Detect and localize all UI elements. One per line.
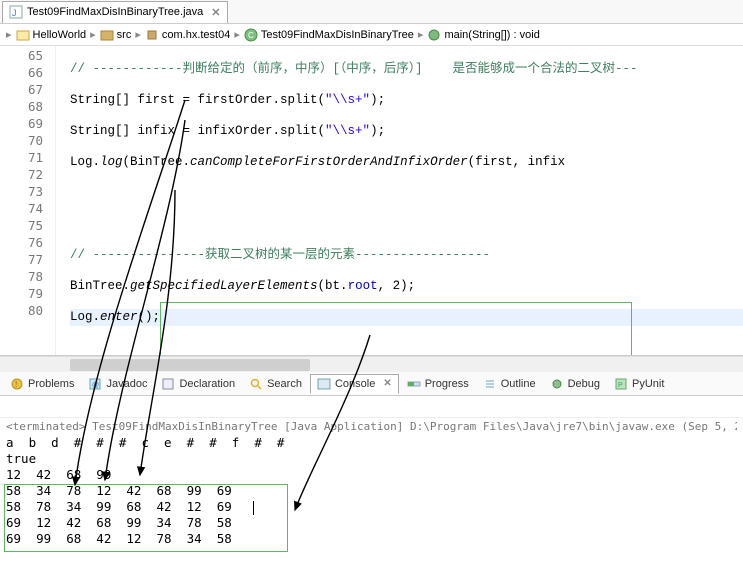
tab-search[interactable]: Search xyxy=(243,375,308,393)
bottom-tab-bar: ! Problems @ Javadoc Declaration Search … xyxy=(0,372,743,396)
tab-progress[interactable]: Progress xyxy=(401,375,475,393)
breadcrumb: ▸ HelloWorld ▸ src ▸ com.hx.test04 ▸ C T… xyxy=(0,24,743,46)
svg-text:C: C xyxy=(248,31,254,40)
package-icon xyxy=(145,28,159,42)
console-line: 12 42 68 99 xyxy=(6,467,737,483)
tab-outline[interactable]: Outline xyxy=(477,375,542,393)
svg-text:!: ! xyxy=(15,380,17,389)
scrollbar-thumb[interactable] xyxy=(70,359,310,371)
console-toolbar xyxy=(0,396,743,418)
horizontal-scrollbar[interactable] xyxy=(0,356,743,372)
console-line: true xyxy=(6,451,737,467)
line-gutter: 65666768697071727374757677787980 xyxy=(0,46,56,355)
chevron-right-icon: ▸ xyxy=(135,28,141,41)
chevron-right-icon: ▸ xyxy=(418,28,424,41)
source-folder-icon xyxy=(100,28,114,42)
code-editor[interactable]: 65666768697071727374757677787980 // ----… xyxy=(0,46,743,356)
breadcrumb-src[interactable]: src xyxy=(100,28,132,42)
tab-problems[interactable]: ! Problems xyxy=(4,375,80,393)
pyunit-icon: P xyxy=(614,377,628,391)
outline-icon xyxy=(483,377,497,391)
console-line: 58 34 78 12 42 68 99 69 xyxy=(6,483,737,499)
console-status: <terminated> Test09FindMaxDisInBinaryTre… xyxy=(6,420,737,433)
breadcrumb-project[interactable]: HelloWorld xyxy=(16,28,87,42)
chevron-right-icon: ▸ xyxy=(90,28,96,41)
javadoc-icon: @ xyxy=(88,377,102,391)
tab-debug[interactable]: Debug xyxy=(544,375,606,393)
chevron-right-icon: ▸ xyxy=(234,28,240,41)
close-icon[interactable]: ✕ xyxy=(207,6,220,19)
svg-text:P: P xyxy=(618,382,623,389)
problems-icon: ! xyxy=(10,377,24,391)
code-content[interactable]: // ------------判断给定的（前序，中序）[（中序，后序）] 是否能… xyxy=(56,46,743,355)
tab-console[interactable]: Console ✕ xyxy=(310,374,399,394)
class-icon: C xyxy=(244,28,258,42)
search-icon xyxy=(249,377,263,391)
declaration-icon xyxy=(161,377,175,391)
text-cursor xyxy=(253,501,254,515)
method-icon xyxy=(427,28,441,42)
progress-icon xyxy=(407,377,421,391)
tab-javadoc[interactable]: @ Javadoc xyxy=(82,375,153,393)
console-line: 58 78 34 99 68 42 12 69 xyxy=(6,499,737,515)
java-file-icon: J xyxy=(9,5,23,19)
editor-tab-label: Test09FindMaxDisInBinaryTree.java xyxy=(27,6,203,18)
console-line: a b d # # # c e # # f # # xyxy=(6,435,737,451)
editor-tab-bar: J Test09FindMaxDisInBinaryTree.java ✕ xyxy=(0,0,743,24)
console-icon xyxy=(317,377,331,391)
debug-icon xyxy=(550,377,564,391)
editor-tab[interactable]: J Test09FindMaxDisInBinaryTree.java ✕ xyxy=(2,1,228,23)
breadcrumb-method[interactable]: main(String[]) : void xyxy=(427,28,539,42)
console-view[interactable]: <terminated> Test09FindMaxDisInBinaryTre… xyxy=(0,418,743,549)
breadcrumb-package[interactable]: com.hx.test04 xyxy=(145,28,230,42)
project-icon xyxy=(16,28,30,42)
console-line: 69 99 68 42 12 78 34 58 xyxy=(6,531,737,547)
console-line: 69 12 42 68 99 34 78 58 xyxy=(6,515,737,531)
tab-declaration[interactable]: Declaration xyxy=(155,375,241,393)
chevron-right-icon: ▸ xyxy=(6,28,12,41)
svg-text:@: @ xyxy=(92,382,99,389)
breadcrumb-class[interactable]: C Test09FindMaxDisInBinaryTree xyxy=(244,28,414,42)
svg-text:J: J xyxy=(12,8,17,18)
tab-pyunit[interactable]: P PyUnit xyxy=(608,375,670,393)
close-icon[interactable]: ✕ xyxy=(379,378,391,389)
